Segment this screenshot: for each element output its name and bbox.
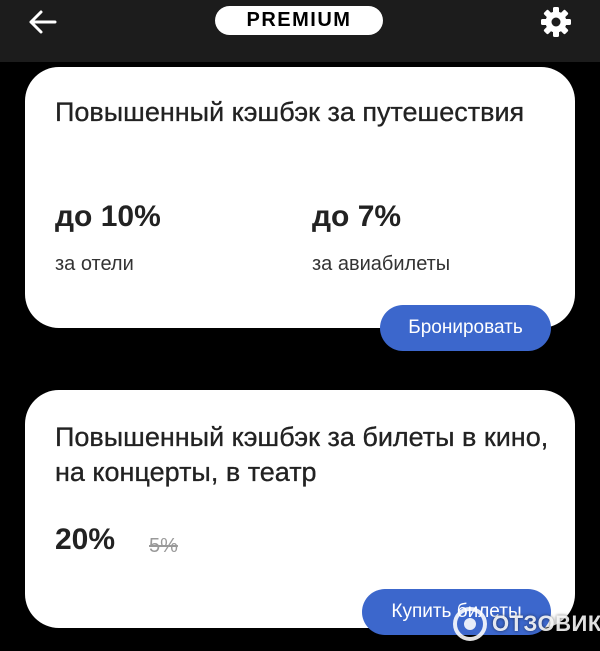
travel-card-title: Повышенный кэшбэк за путешествия <box>55 97 525 127</box>
travel-cashback-card: Повышенный кэшбэк за путешествия до 10% … <box>25 67 575 328</box>
gear-icon <box>541 7 571 37</box>
settings-button[interactable] <box>538 4 574 40</box>
premium-badge: PREMIUM <box>215 6 383 35</box>
back-button[interactable] <box>24 6 60 38</box>
otzovik-logo-icon <box>453 607 487 641</box>
flights-cashback-label: за авиабилеты <box>312 253 451 275</box>
arrow-left-icon <box>29 10 57 34</box>
book-button[interactable]: Бронировать <box>380 305 551 351</box>
top-bar: PREMIUM <box>0 0 600 62</box>
flights-cashback-value: до 7% <box>312 200 402 233</box>
otzovik-watermark: ОТЗОВИК <box>452 605 600 643</box>
hotels-cashback-value: до 10% <box>55 200 161 233</box>
hotels-cashback-label: за отели <box>55 253 134 275</box>
watermark-text: ОТЗОВИК <box>492 611 600 636</box>
tickets-cashback-value: 20% <box>55 523 116 556</box>
tickets-old-cashback-value: 5% <box>149 535 178 557</box>
tickets-card-title: Повышенный кэшбэк за билеты в кино, на к… <box>55 422 549 487</box>
